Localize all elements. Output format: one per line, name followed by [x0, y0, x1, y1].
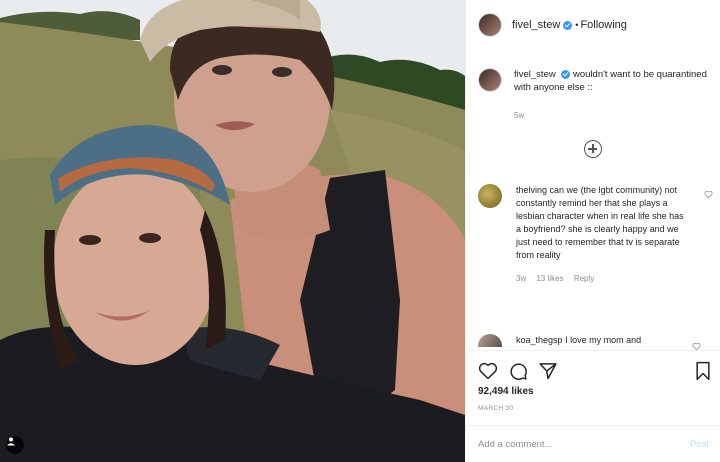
caption: fivel_stew wouldn't want to be quarantin… — [478, 68, 710, 122]
commenter-avatar[interactable] — [478, 184, 502, 208]
comment-likes[interactable]: 13 likes — [536, 274, 563, 283]
heart-icon[interactable] — [478, 361, 498, 381]
reply-button[interactable]: Reply — [574, 274, 594, 283]
commenter-username[interactable]: thelving — [516, 185, 547, 195]
add-comment-bar: Post — [466, 425, 720, 462]
post-side-panel: fivel_stew • Following fivel_stew wouldn… — [465, 0, 720, 462]
post-photo[interactable] — [0, 0, 465, 462]
author-avatar[interactable] — [478, 13, 502, 37]
comment-age: 3w — [516, 274, 527, 283]
paper-plane-icon[interactable] — [538, 361, 558, 381]
post-comment-button[interactable]: Post — [690, 439, 709, 450]
add-comment-input[interactable] — [478, 438, 668, 450]
comment-icon[interactable] — [508, 361, 528, 381]
caption-username[interactable]: fivel_stew — [514, 69, 556, 80]
verified-badge-icon — [561, 69, 571, 79]
commenter-avatar[interactable] — [478, 334, 502, 347]
bookmark-icon[interactable] — [694, 361, 712, 381]
plus-circle-icon[interactable] — [584, 140, 602, 158]
comment-text: can we (the lgbt community) not constant… — [516, 185, 684, 260]
photo-image — [0, 0, 465, 462]
likes-count[interactable]: 92,494 likes — [478, 386, 534, 397]
following-button[interactable]: Following — [580, 19, 626, 31]
action-bar — [466, 350, 720, 386]
caption-body: fivel_stew wouldn't want to be quarantin… — [514, 68, 710, 122]
comment-body: koa_thegsp I love my mom and — [516, 334, 641, 347]
comment-text: I love my mom and — [565, 335, 642, 345]
comment-like-heart-icon[interactable] — [704, 190, 713, 199]
user-tag-icon — [7, 437, 15, 446]
author-username[interactable]: fivel_stew — [512, 19, 560, 31]
separator-dot: • — [575, 20, 579, 30]
comment-meta: 3w 13 likes Reply — [516, 272, 686, 285]
caption-age: 5w — [514, 111, 525, 120]
comment: koa_thegsp I love my mom and — [478, 334, 710, 347]
comment: thelving can we (the lgbt community) not… — [478, 184, 713, 285]
verified-badge-icon — [563, 20, 573, 30]
post-header: fivel_stew • Following — [466, 0, 720, 50]
caption-author-avatar[interactable] — [478, 68, 502, 92]
post-date: MARCH 30 — [478, 405, 514, 412]
comment-body: thelving can we (the lgbt community) not… — [516, 184, 686, 285]
commenter-username[interactable]: koa_thegsp — [516, 335, 563, 345]
tagged-users-button[interactable] — [6, 436, 24, 454]
